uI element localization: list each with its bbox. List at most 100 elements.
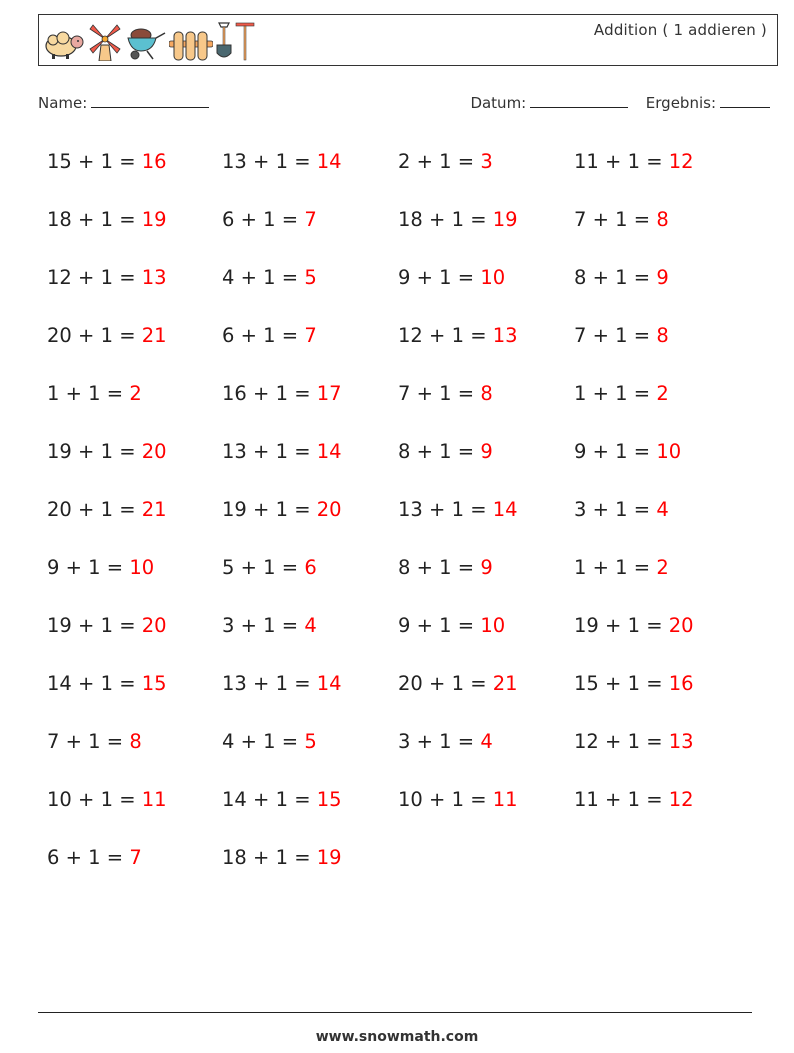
addend-a: 1 (47, 382, 60, 405)
addend-a: 10 (47, 788, 72, 811)
problem-item: 10 + 1 = 11 (47, 784, 222, 816)
addend-b: 1 (100, 614, 113, 637)
worksheet-header: Addition ( 1 addieren ) (38, 14, 778, 66)
answer: 9 (480, 440, 493, 463)
plus-sign: + (416, 440, 433, 463)
problem-item: 20 + 1 = 21 (47, 494, 222, 526)
plus-sign: + (253, 382, 270, 405)
equals-sign: = (119, 440, 136, 463)
plus-sign: + (240, 208, 257, 231)
answer: 5 (304, 266, 317, 289)
plus-sign: + (592, 382, 609, 405)
plus-sign: + (253, 440, 270, 463)
equals-sign: = (294, 672, 311, 695)
addend-a: 6 (47, 846, 60, 869)
equals-sign: = (457, 556, 475, 579)
name-label: Name: (38, 94, 88, 112)
problem-item: 19 + 1 = 20 (47, 436, 222, 468)
addend-a: 1 (574, 382, 587, 405)
addend-b: 1 (451, 498, 464, 521)
plus-sign: + (605, 672, 622, 695)
plus-sign: + (78, 324, 95, 347)
plus-sign: + (240, 614, 257, 637)
plus-sign: + (253, 150, 270, 173)
addend-a: 19 (222, 498, 247, 521)
plus-sign: + (429, 324, 446, 347)
problem-item: 18 + 1 = 19 (47, 204, 222, 236)
answer: 9 (480, 556, 493, 579)
addend-a: 11 (574, 788, 599, 811)
problem-item: 19 + 1 = 20 (574, 610, 750, 642)
problem-item: 18 + 1 = 19 (222, 842, 398, 874)
problem-item: 3 + 1 = 4 (222, 610, 398, 642)
equals-sign: = (646, 672, 663, 695)
problem-item: 19 + 1 = 20 (222, 494, 398, 526)
answer: 20 (668, 614, 694, 637)
addend-b: 1 (439, 150, 452, 173)
name-blank[interactable] (91, 106, 210, 108)
answer: 15 (316, 788, 342, 811)
plus-sign: + (65, 382, 82, 405)
addend-a: 7 (47, 730, 60, 753)
answer: 14 (316, 672, 342, 695)
equals-sign: = (294, 788, 311, 811)
problem-item: 9 + 1 = 10 (398, 610, 574, 642)
answer: 11 (141, 788, 167, 811)
addend-b: 1 (88, 556, 101, 579)
addend-b: 1 (615, 208, 628, 231)
problem-item: 16 + 1 = 17 (222, 378, 398, 410)
addend-a: 14 (222, 788, 247, 811)
problem-item: 15 + 1 = 16 (574, 668, 750, 700)
footer-url: www.snowmath.com (315, 1029, 479, 1045)
plus-sign: + (592, 498, 609, 521)
problem-item: 7 + 1 = 8 (574, 204, 750, 236)
addend-b: 1 (88, 730, 101, 753)
equals-sign: = (294, 440, 311, 463)
addend-a: 7 (574, 208, 587, 231)
addend-b: 1 (451, 788, 464, 811)
addend-b: 1 (439, 556, 452, 579)
addend-a: 8 (574, 266, 587, 289)
plus-sign: + (65, 846, 82, 869)
problem-item: 18 + 1 = 19 (398, 204, 574, 236)
equals-sign: = (457, 150, 475, 173)
equals-sign: = (281, 730, 299, 753)
problem-item: 5 + 1 = 6 (222, 552, 398, 584)
addend-a: 4 (222, 266, 235, 289)
plus-sign: + (416, 614, 433, 637)
answer: 16 (668, 672, 694, 695)
addend-b: 1 (100, 324, 113, 347)
addend-b: 1 (615, 324, 628, 347)
result-blank[interactable] (720, 106, 770, 108)
equals-sign: = (633, 266, 651, 289)
equals-sign: = (119, 788, 136, 811)
addend-a: 13 (398, 498, 423, 521)
answer: 16 (141, 150, 167, 173)
addend-b: 1 (263, 266, 276, 289)
equals-sign: = (646, 150, 663, 173)
answer: 20 (141, 614, 167, 637)
answer: 4 (480, 730, 493, 753)
equals-sign: = (119, 324, 136, 347)
addend-a: 15 (47, 150, 72, 173)
answer: 10 (129, 556, 155, 579)
answer: 8 (480, 382, 493, 405)
plus-sign: + (78, 498, 95, 521)
plus-sign: + (605, 788, 622, 811)
equals-sign: = (106, 382, 124, 405)
plus-sign: + (253, 846, 270, 869)
plus-sign: + (416, 556, 433, 579)
date-blank[interactable] (530, 106, 629, 108)
equals-sign: = (457, 440, 475, 463)
addend-a: 1 (574, 556, 587, 579)
addend-a: 9 (574, 440, 587, 463)
equals-sign: = (294, 498, 311, 521)
addend-b: 1 (439, 614, 452, 637)
answer: 19 (316, 846, 342, 869)
addend-a: 13 (222, 150, 247, 173)
plus-sign: + (78, 788, 95, 811)
plus-sign: + (592, 440, 609, 463)
addend-b: 1 (439, 440, 452, 463)
answer: 7 (129, 846, 142, 869)
addend-b: 1 (275, 672, 288, 695)
